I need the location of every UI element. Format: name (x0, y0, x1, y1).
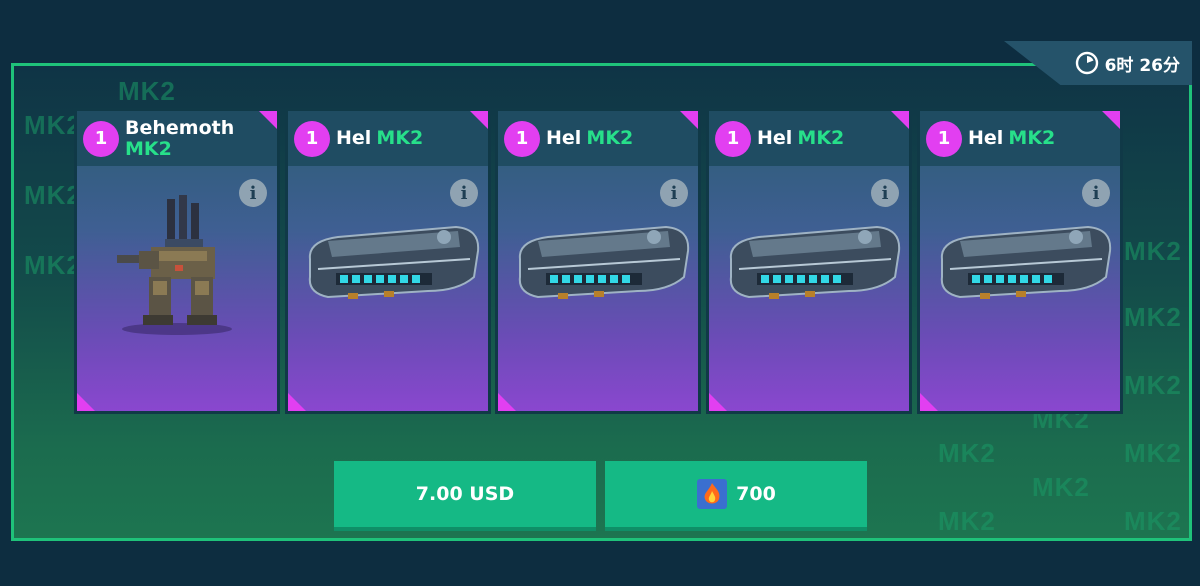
item-title: Hel MK2 (757, 128, 844, 149)
clock-icon (1075, 51, 1098, 75)
item-name: Hel (336, 127, 372, 149)
card-body: 1 Hel MK2 i (288, 111, 488, 411)
quantity-badge: 1 (715, 120, 751, 157)
timer-text: 6时 26分 (1104, 55, 1180, 76)
quantity-badge: 1 (504, 120, 540, 157)
item-card[interactable]: 1 Hel MK2 i (495, 108, 701, 414)
weapon-image (940, 225, 1112, 299)
item-name: Behemoth (125, 116, 235, 139)
watermark: MK2 (938, 438, 996, 468)
buy-currency-button[interactable]: 700 (605, 461, 867, 531)
item-card[interactable]: 1 Hel MK2 i (917, 108, 1123, 414)
weapon-image (729, 225, 901, 299)
weapon-image (308, 225, 480, 299)
item-tier: MK2 (797, 127, 845, 149)
item-name: Hel (757, 127, 793, 149)
robot-image (117, 195, 232, 335)
watermark: MK2 (1124, 370, 1182, 400)
card-body: 1 Behemoth MK2 i (77, 111, 277, 411)
quantity-badge: 1 (926, 120, 962, 157)
offer-screen: MK2 MK2 MK2 MK2 MK2 MK2 MK2 MK2 MK2 MK2 … (0, 0, 1200, 586)
watermark: MK2 (1124, 506, 1182, 536)
watermark: MK2 (1032, 472, 1090, 502)
card-header: 1 Hel MK2 (920, 111, 1120, 166)
item-tier: MK2 (125, 137, 172, 160)
card-header: 1 Hel MK2 (288, 111, 488, 166)
card-body: 1 Hel MK2 i (498, 111, 698, 411)
rarity-corner (709, 393, 727, 411)
card-header: 1 Behemoth MK2 (77, 111, 277, 166)
price-currency-label: 700 (736, 483, 776, 505)
price-usd-label: 7.00 USD (415, 483, 515, 505)
platinum-fire-icon (697, 479, 728, 509)
item-name: Hel (546, 127, 582, 149)
item-title: Hel MK2 (336, 128, 423, 149)
rarity-corner (288, 393, 306, 411)
item-title: Hel MK2 (546, 128, 633, 149)
watermark: MK2 (118, 76, 176, 106)
rarity-corner (498, 393, 516, 411)
rarity-corner (920, 393, 938, 411)
weapon-image (518, 225, 690, 299)
item-title: Behemoth MK2 (125, 116, 235, 160)
watermark: MK2 (1124, 438, 1182, 468)
item-name: Hel (968, 127, 1004, 149)
item-card[interactable]: 1 Behemoth MK2 i (74, 108, 280, 414)
buy-usd-button[interactable]: 7.00 USD (334, 461, 596, 531)
watermark: MK2 (1124, 236, 1182, 266)
item-tier: MK2 (1008, 127, 1056, 149)
card-body: 1 Hel MK2 i (920, 111, 1120, 411)
item-card[interactable]: 1 Hel MK2 i (706, 108, 912, 414)
quantity-badge: 1 (83, 120, 119, 157)
item-card[interactable]: 1 Hel MK2 i (285, 108, 491, 414)
watermark: MK2 (1124, 302, 1182, 332)
card-header: 1 Hel MK2 (709, 111, 909, 166)
rarity-corner (77, 393, 95, 411)
quantity-badge: 1 (294, 120, 330, 157)
item-title: Hel MK2 (968, 128, 1055, 149)
watermark: MK2 (938, 506, 996, 536)
item-tier: MK2 (586, 127, 634, 149)
card-body: 1 Hel MK2 i (709, 111, 909, 411)
card-header: 1 Hel MK2 (498, 111, 698, 166)
item-tier: MK2 (376, 127, 424, 149)
